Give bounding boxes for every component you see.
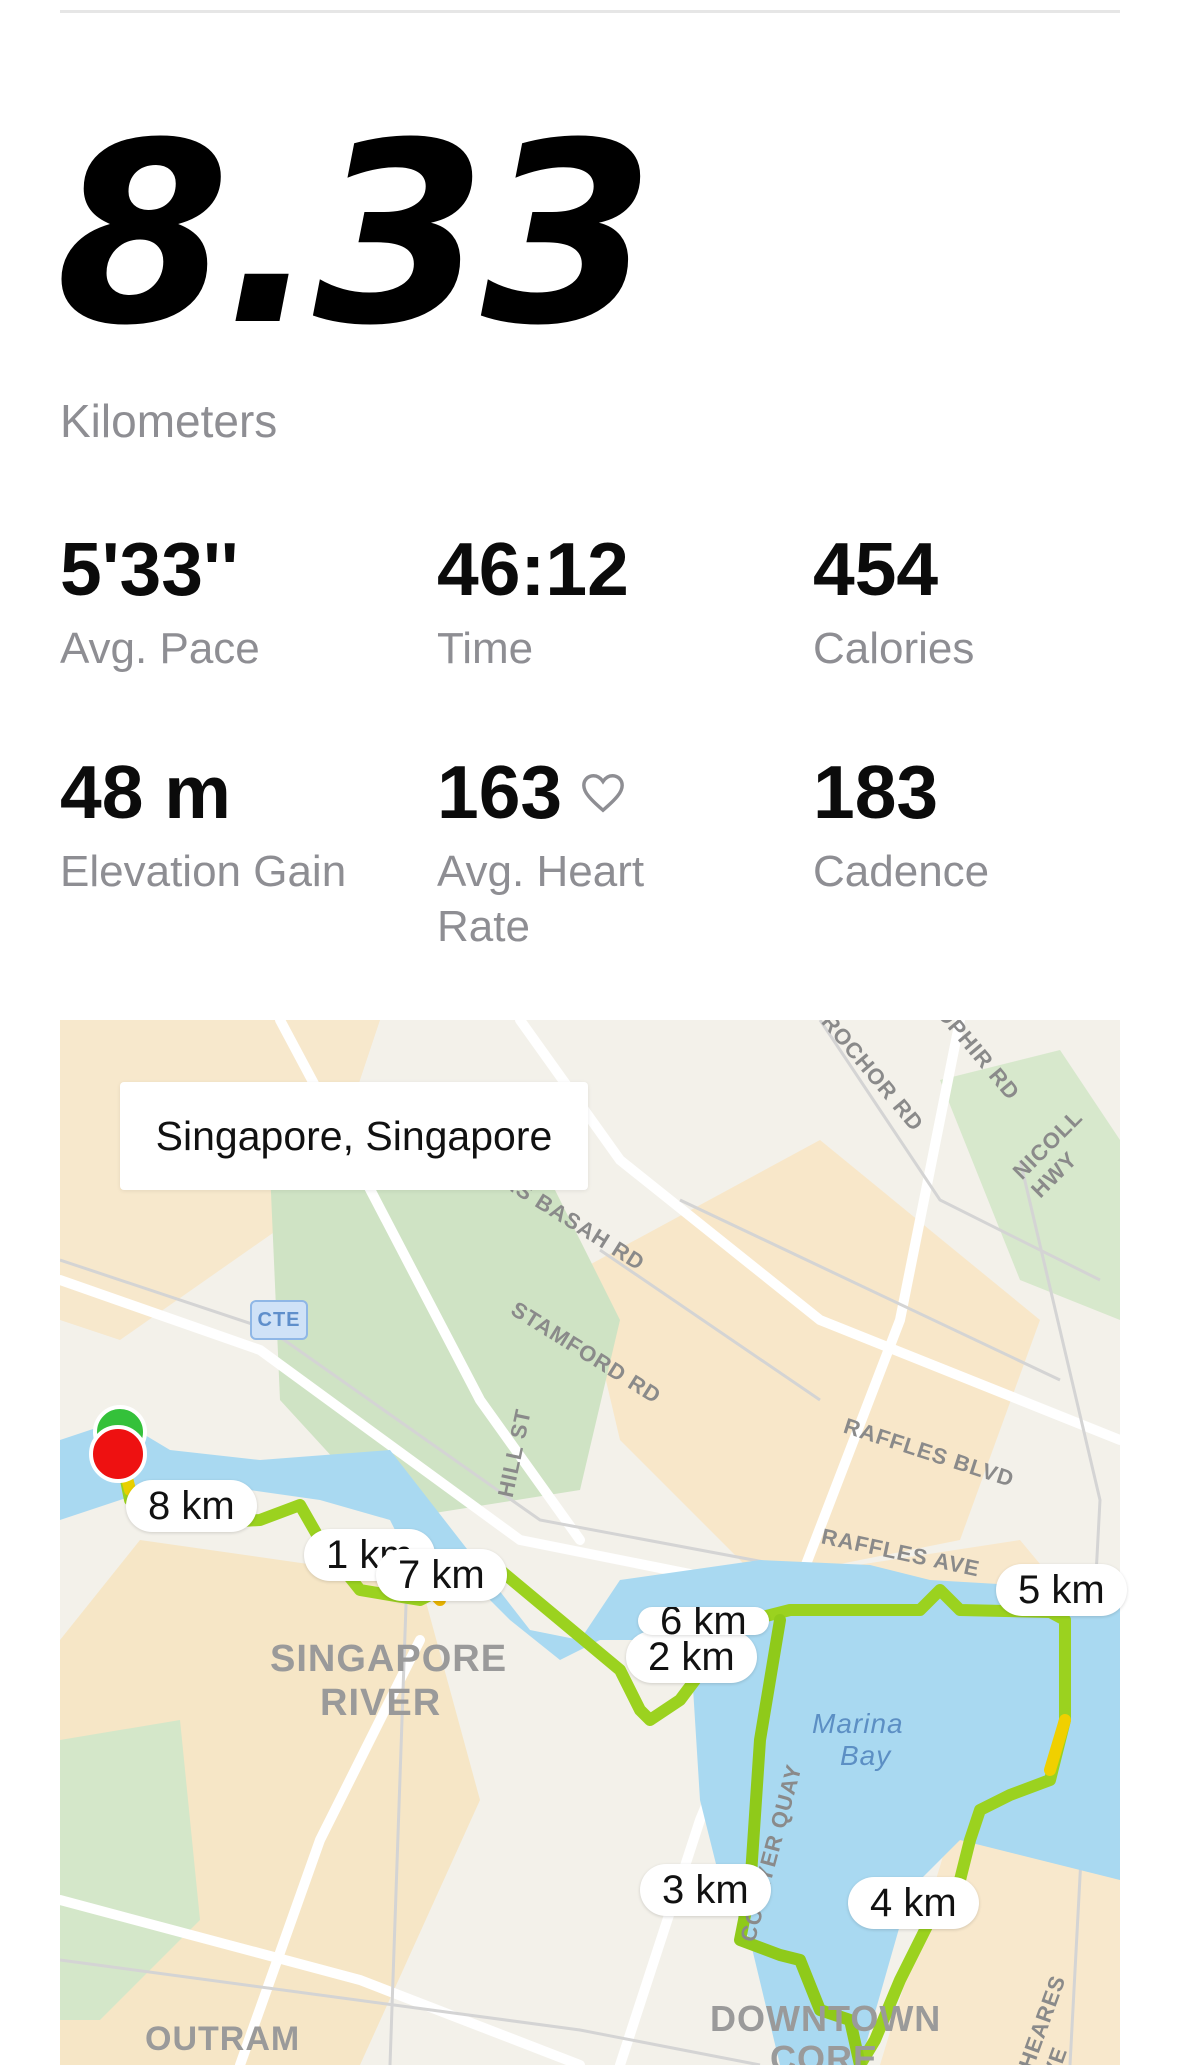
km-marker-2: 2 km	[626, 1631, 757, 1683]
stat-cadence: 183 Cadence	[813, 755, 989, 899]
km-marker-6: 6 km	[638, 1607, 769, 1635]
area-label: CORE	[770, 2038, 879, 2065]
stat-label: Time	[437, 624, 534, 673]
water-label: Marina	[812, 1708, 904, 1739]
stat-avg-pace: 5'33'' Avg. Pace	[60, 532, 260, 676]
area-label: OUTRAM	[145, 2020, 301, 2058]
stat-value: 48 m	[60, 750, 231, 834]
stat-label: Avg. Heart Rate	[437, 847, 645, 951]
stat-label: Calories	[813, 624, 975, 673]
stat-value: 454	[813, 527, 939, 611]
stat-calories: 454 Calories	[813, 532, 974, 676]
stat-value: 163	[437, 755, 737, 830]
km-marker-5: 5 km	[996, 1564, 1127, 1616]
stat-avg-heart-rate: 163 Avg. Heart Rate	[437, 755, 737, 954]
area-label: SINGAPORE	[270, 1638, 508, 1680]
stat-value-text: 163	[437, 750, 563, 834]
km-marker-4: 4 km	[848, 1877, 979, 1929]
km-marker-7: 7 km	[376, 1549, 507, 1601]
top-divider	[60, 10, 1120, 13]
stat-value: 183	[813, 750, 939, 834]
stat-value: 5'33''	[60, 527, 239, 611]
distance-unit-label: Kilometers	[60, 395, 278, 447]
stat-label: Cadence	[813, 847, 990, 896]
km-marker-3: 3 km	[640, 1864, 771, 1916]
stat-time: 46:12 Time	[437, 532, 629, 676]
heart-outline-icon	[582, 773, 625, 813]
location-label: Singapore, Singapore	[120, 1082, 588, 1190]
km-marker-8: 8 km	[126, 1480, 257, 1532]
stat-elevation-gain: 48 m Elevation Gain	[60, 755, 360, 899]
stat-label: Elevation Gain	[60, 847, 347, 896]
end-pin-icon	[89, 1425, 147, 1483]
water-label: Bay	[840, 1740, 892, 1771]
area-label: RIVER	[320, 1682, 442, 1724]
area-label: DOWNTOWN	[710, 1998, 942, 2039]
stat-label: Avg. Pace	[60, 624, 260, 673]
distance-value: 8.33	[56, 89, 655, 380]
stat-value: 46:12	[437, 527, 629, 611]
expressway-shield: CTE	[250, 1300, 308, 1340]
